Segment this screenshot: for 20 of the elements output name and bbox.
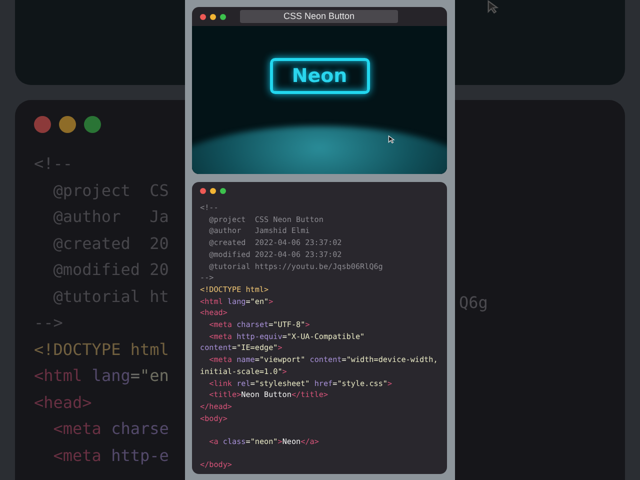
window-title: CSS Neon Button — [240, 10, 398, 23]
code-line: <head> — [34, 392, 93, 414]
maximize-dot-icon — [84, 116, 101, 133]
code-line: --> — [34, 312, 64, 334]
maximize-dot-icon[interactable] — [220, 188, 226, 194]
code-line: <html lang="en — [34, 365, 170, 387]
minimize-dot-icon[interactable] — [210, 14, 216, 20]
close-dot-icon — [34, 116, 51, 133]
code-line: <meta charse — [52, 418, 170, 440]
code-line: <!DOCTYPE html — [34, 338, 170, 360]
close-dot-icon[interactable] — [200, 188, 206, 194]
minimize-dot-icon — [59, 116, 76, 133]
close-dot-icon[interactable] — [200, 14, 206, 20]
code-line: <!-- — [34, 153, 74, 175]
neon-button[interactable]: Neon — [270, 58, 370, 94]
minimize-dot-icon[interactable] — [210, 188, 216, 194]
cursor-icon — [487, 0, 499, 14]
cursor-icon — [388, 135, 395, 144]
code-line: <meta http-e — [52, 444, 170, 466]
maximize-dot-icon[interactable] — [220, 14, 226, 20]
